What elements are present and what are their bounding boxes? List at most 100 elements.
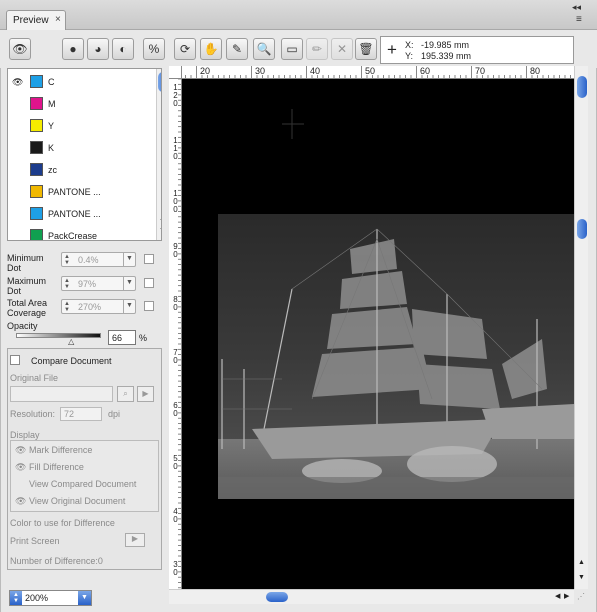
- ink-swatch: [30, 75, 43, 88]
- ink-row[interactable]: 👁 C: [8, 72, 150, 94]
- ruler-label: 110: [173, 136, 178, 161]
- ink-row[interactable]: M: [8, 94, 150, 116]
- separation-icon[interactable]: ●: [62, 38, 84, 60]
- vertical-ruler: 120 110 100 90 80 70 60 50 40 30: [169, 79, 182, 589]
- min-dot-field[interactable]: ▲ ▼ 0.4% ▼: [61, 252, 136, 267]
- tac-field[interactable]: ▲ ▼ 270% ▼: [61, 299, 136, 314]
- scroll-up-icon[interactable]: ▲: [578, 559, 585, 566]
- spinner-icon[interactable]: ▲ ▼: [64, 254, 70, 266]
- min-dot-checkbox[interactable]: [144, 254, 154, 264]
- original-file-label: Original File: [10, 373, 59, 383]
- tac-checkbox[interactable]: [144, 301, 154, 311]
- hand-icon[interactable]: ✋: [200, 38, 222, 60]
- scroll-up-icon[interactable]: ▲: [159, 215, 161, 222]
- ruler-label: 100: [173, 189, 178, 214]
- ruler-origin[interactable]: [169, 66, 182, 79]
- ink-swatch: [30, 229, 43, 240]
- ink-row[interactable]: Y: [8, 116, 150, 138]
- preview-canvas[interactable]: [182, 79, 574, 589]
- ink-swatch: [30, 97, 43, 110]
- ink-swatch: [30, 207, 43, 220]
- resolution-input[interactable]: 72: [60, 407, 102, 421]
- vertical-scrollbar[interactable]: ▲ ▼: [574, 66, 588, 589]
- vertical-scroll-thumb[interactable]: [577, 76, 587, 98]
- ruler-label: 30: [255, 66, 266, 76]
- print-screen-button[interactable]: ▶: [125, 533, 145, 547]
- scroll-left-icon[interactable]: ◀: [555, 592, 560, 600]
- pencil-icon[interactable]: ✏: [306, 38, 328, 60]
- y-value: 195.339 mm: [421, 51, 472, 61]
- horizontal-scrollbar[interactable]: ◀ ▶: [169, 589, 574, 604]
- rotate-icon[interactable]: ⟳: [174, 38, 196, 60]
- ink-list-scrollbar[interactable]: ▲ ▼: [156, 69, 161, 240]
- ink-row[interactable]: K: [8, 138, 150, 160]
- ink-swatch: [30, 119, 43, 132]
- play-icon[interactable]: ▶: [137, 386, 154, 402]
- max-dot-label: Maximum Dot: [7, 276, 47, 296]
- ink-row[interactable]: PackCrease: [8, 226, 150, 240]
- eye-icon: 👁: [15, 462, 27, 472]
- display-option-view-original[interactable]: 👁 View Original Document: [15, 496, 125, 507]
- chevron-down-icon[interactable]: ▼: [123, 300, 135, 313]
- display-option-view-compared[interactable]: View Compared Document: [15, 479, 136, 489]
- panel-collapse-icon[interactable]: ◂◂: [572, 2, 581, 13]
- max-dot-checkbox[interactable]: [144, 278, 154, 288]
- color-mode-icon[interactable]: ◕: [87, 38, 109, 60]
- print-screen-label: Print Screen: [10, 536, 60, 546]
- ruler-label: 80: [530, 66, 541, 76]
- display-options-list: 👁 Mark Difference 👁 Fill Difference View C…: [10, 440, 159, 512]
- tab-preview[interactable]: Preview ×: [6, 10, 66, 30]
- chevron-down-icon[interactable]: ▼: [78, 591, 91, 605]
- ink-row[interactable]: PANTONE ...: [8, 204, 150, 226]
- coordinates-readout: + X: -19.985 mm Y: 195.339 mm: [380, 36, 574, 64]
- ruler-label: 30: [173, 560, 178, 577]
- crop-icon[interactable]: ✕: [331, 38, 353, 60]
- ship-image: [182, 79, 574, 589]
- contrast-icon[interactable]: ◐: [112, 38, 134, 60]
- resize-grip-icon[interactable]: ⋰: [577, 592, 590, 605]
- spinner-icon[interactable]: ▲ ▼: [64, 278, 70, 290]
- tab-bar: [0, 0, 597, 30]
- eye-icon: 👁: [15, 445, 27, 455]
- eyedropper-icon[interactable]: ✎: [226, 38, 248, 60]
- scroll-down-icon[interactable]: ▼: [159, 227, 161, 234]
- opacity-input[interactable]: 66: [108, 330, 136, 345]
- chevron-down-icon[interactable]: ▼: [123, 277, 135, 290]
- ink-name: Y: [48, 121, 55, 131]
- ink-swatch: [30, 185, 43, 198]
- panel-menu-icon[interactable]: ≡: [576, 14, 582, 25]
- ink-name: zc: [48, 165, 57, 175]
- scroll-down-icon[interactable]: ▼: [578, 574, 585, 581]
- ruler-label: 120: [173, 83, 178, 108]
- tab-close-icon[interactable]: ×: [55, 14, 61, 25]
- eye-icon[interactable]: 👁: [9, 38, 31, 60]
- original-file-field[interactable]: [10, 386, 113, 402]
- browse-file-icon[interactable]: ⌕: [117, 386, 134, 402]
- tac-percent-icon[interactable]: %: [143, 38, 165, 60]
- ink-swatch: [30, 141, 43, 154]
- vertical-scroll-thumb-secondary[interactable]: [577, 219, 587, 239]
- ruler-label: 60: [420, 66, 431, 76]
- ink-list-scroll-thumb[interactable]: [158, 72, 161, 92]
- scroll-right-icon[interactable]: ▶: [564, 592, 569, 600]
- opacity-slider[interactable]: [16, 333, 101, 338]
- zoom-stepper[interactable]: ▲ ▼: [10, 591, 22, 605]
- display-option-fill-difference[interactable]: 👁 Fill Difference: [15, 462, 84, 473]
- chevron-down-icon[interactable]: ▼: [123, 253, 135, 266]
- eye-icon[interactable]: 👁: [12, 77, 23, 88]
- spinner-icon[interactable]: ▲ ▼: [64, 301, 70, 313]
- ruler-icon[interactable]: ▭: [281, 38, 303, 60]
- trash-icon[interactable]: 🗑: [355, 38, 377, 60]
- ink-row[interactable]: zc: [8, 160, 150, 182]
- horizontal-scroll-thumb[interactable]: [266, 592, 288, 602]
- ruler-label: 40: [310, 66, 321, 76]
- display-option-mark-difference[interactable]: 👁 Mark Difference: [15, 445, 92, 456]
- zoom-icon[interactable]: 🔍: [253, 38, 275, 60]
- max-dot-field[interactable]: ▲ ▼ 97% ▼: [61, 276, 136, 291]
- ink-name: C: [48, 77, 55, 87]
- tab-title: Preview: [13, 15, 49, 26]
- compare-document-checkbox[interactable]: [10, 355, 20, 365]
- ink-row[interactable]: PANTONE ...: [8, 182, 150, 204]
- horizontal-ruler: 20 30 40 50 60 70 80: [169, 66, 574, 79]
- opacity-slider-thumb[interactable]: △: [68, 337, 74, 346]
